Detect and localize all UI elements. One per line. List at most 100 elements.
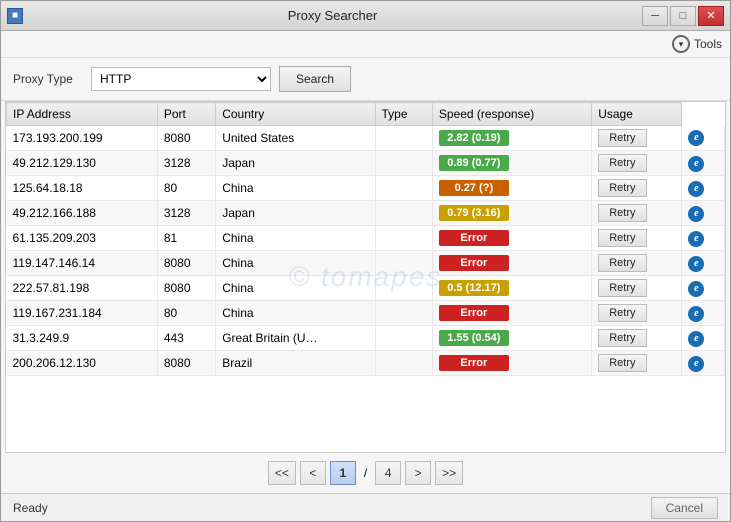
- next-page-button[interactable]: >: [405, 461, 431, 485]
- header-usage: Usage: [592, 103, 682, 126]
- cell-ip: 119.167.231.184: [7, 301, 158, 326]
- cell-ip: 49.212.166.188: [7, 201, 158, 226]
- cell-speed: 0.27 (?): [432, 176, 591, 201]
- cell-type: [375, 201, 432, 226]
- cell-ie-icon: e: [682, 201, 725, 226]
- ie-icon[interactable]: e: [688, 356, 704, 372]
- table-row: 49.212.129.1303128Japan0.89 (0.77)Retrye: [7, 151, 725, 176]
- cell-speed: Error: [432, 226, 591, 251]
- cell-retry: Retry: [592, 301, 682, 326]
- retry-button[interactable]: Retry: [598, 329, 646, 347]
- cell-speed: 2.82 (0.19): [432, 126, 591, 151]
- cell-ip: 125.64.18.18: [7, 176, 158, 201]
- ie-icon[interactable]: e: [688, 206, 704, 222]
- retry-button[interactable]: Retry: [598, 179, 646, 197]
- proxy-table-container: © tomapes IP Address Port Country Type S…: [5, 101, 726, 453]
- cell-ie-icon: e: [682, 126, 725, 151]
- cell-ie-icon: e: [682, 351, 725, 376]
- proxy-type-label: Proxy Type: [13, 72, 83, 86]
- window-title: Proxy Searcher: [23, 8, 642, 23]
- cell-port: 3128: [157, 151, 215, 176]
- statusbar: Ready Cancel: [1, 493, 730, 521]
- cell-retry: Retry: [592, 276, 682, 301]
- pagination: << < 1 / 4 > >>: [1, 453, 730, 493]
- cell-port: 3128: [157, 201, 215, 226]
- cell-ip: 200.206.12.130: [7, 351, 158, 376]
- cell-ip: 61.135.209.203: [7, 226, 158, 251]
- tools-button[interactable]: ▾ Tools: [672, 35, 722, 53]
- last-page-button[interactable]: >>: [435, 461, 463, 485]
- cell-country: Brazil: [216, 351, 375, 376]
- retry-button[interactable]: Retry: [598, 229, 646, 247]
- header-country: Country: [216, 103, 375, 126]
- status-text: Ready: [13, 501, 48, 515]
- cell-retry: Retry: [592, 351, 682, 376]
- table-row: 31.3.249.9443Great Britain (U…1.55 (0.54…: [7, 326, 725, 351]
- cell-ip: 119.147.146.14: [7, 251, 158, 276]
- cell-country: Great Britain (U…: [216, 326, 375, 351]
- cell-speed: Error: [432, 301, 591, 326]
- close-button[interactable]: ✕: [698, 6, 724, 26]
- search-bar: Proxy Type HTTP HTTPS SOCKS4 SOCKS5 Sear…: [1, 58, 730, 101]
- cell-speed: 0.89 (0.77): [432, 151, 591, 176]
- proxy-type-select[interactable]: HTTP HTTPS SOCKS4 SOCKS5: [91, 67, 271, 91]
- search-button[interactable]: Search: [279, 66, 351, 92]
- retry-button[interactable]: Retry: [598, 129, 646, 147]
- retry-button[interactable]: Retry: [598, 304, 646, 322]
- cell-type: [375, 176, 432, 201]
- cell-country: Japan: [216, 201, 375, 226]
- cell-port: 8080: [157, 351, 215, 376]
- cell-port: 80: [157, 176, 215, 201]
- header-port: Port: [157, 103, 215, 126]
- cell-ie-icon: e: [682, 176, 725, 201]
- titlebar: ■ Proxy Searcher ─ □ ✕: [1, 1, 730, 31]
- cell-ie-icon: e: [682, 301, 725, 326]
- cell-ip: 222.57.81.198: [7, 276, 158, 301]
- tools-icon: ▾: [672, 35, 690, 53]
- ie-icon[interactable]: e: [688, 306, 704, 322]
- retry-button[interactable]: Retry: [598, 354, 646, 372]
- cell-retry: Retry: [592, 176, 682, 201]
- ie-icon[interactable]: e: [688, 231, 704, 247]
- cell-ie-icon: e: [682, 276, 725, 301]
- table-row: 125.64.18.1880China0.27 (?)Retrye: [7, 176, 725, 201]
- cell-port: 81: [157, 226, 215, 251]
- cell-port: 80: [157, 301, 215, 326]
- maximize-button[interactable]: □: [670, 6, 696, 26]
- cell-retry: Retry: [592, 226, 682, 251]
- first-page-button[interactable]: <<: [268, 461, 296, 485]
- minimize-button[interactable]: ─: [642, 6, 668, 26]
- retry-button[interactable]: Retry: [598, 254, 646, 272]
- ie-icon[interactable]: e: [688, 256, 704, 272]
- cell-port: 8080: [157, 251, 215, 276]
- header-speed: Speed (response): [432, 103, 591, 126]
- total-pages-button[interactable]: 4: [375, 461, 401, 485]
- ie-icon[interactable]: e: [688, 281, 704, 297]
- app-icon: ■: [7, 8, 23, 24]
- cell-country: China: [216, 251, 375, 276]
- current-page-button[interactable]: 1: [330, 461, 356, 485]
- cell-ie-icon: e: [682, 251, 725, 276]
- cell-type: [375, 351, 432, 376]
- cell-retry: Retry: [592, 151, 682, 176]
- prev-page-button[interactable]: <: [300, 461, 326, 485]
- ie-icon[interactable]: e: [688, 331, 704, 347]
- retry-button[interactable]: Retry: [598, 204, 646, 222]
- cell-country: China: [216, 301, 375, 326]
- cell-type: [375, 251, 432, 276]
- ie-icon[interactable]: e: [688, 130, 704, 146]
- retry-button[interactable]: Retry: [598, 279, 646, 297]
- ie-icon[interactable]: e: [688, 181, 704, 197]
- ie-icon[interactable]: e: [688, 156, 704, 172]
- cancel-button[interactable]: Cancel: [651, 497, 718, 519]
- cell-speed: Error: [432, 351, 591, 376]
- tools-label: Tools: [694, 37, 722, 51]
- retry-button[interactable]: Retry: [598, 154, 646, 172]
- cell-retry: Retry: [592, 126, 682, 151]
- cell-ie-icon: e: [682, 326, 725, 351]
- header-ip: IP Address: [7, 103, 158, 126]
- cell-retry: Retry: [592, 326, 682, 351]
- table-row: 49.212.166.1883128Japan0.79 (3.16)Retrye: [7, 201, 725, 226]
- cell-port: 443: [157, 326, 215, 351]
- cell-type: [375, 151, 432, 176]
